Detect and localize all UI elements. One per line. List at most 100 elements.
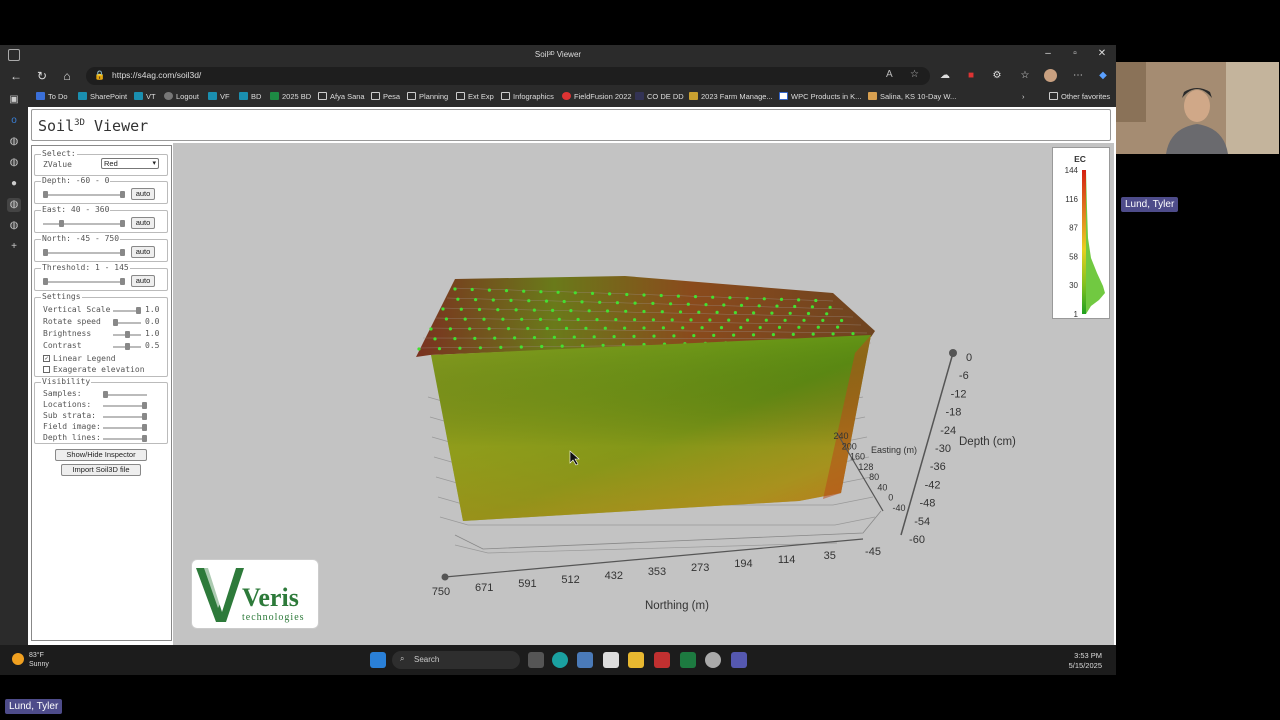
depth-slider-max-thumb[interactable] <box>120 191 125 198</box>
linear-legend-checkbox[interactable]: ✓ <box>43 355 50 362</box>
sample-point <box>590 291 595 295</box>
favorite-item[interactable]: To Do <box>36 92 68 101</box>
east-slider[interactable] <box>43 223 125 225</box>
rotate-speed-thumb[interactable] <box>113 319 118 326</box>
refresh-icon[interactable]: ↻ <box>34 68 50 84</box>
close-icon[interactable]: ✕ <box>1094 48 1110 59</box>
back-arrow-icon[interactable]: ← <box>8 68 24 84</box>
depth-slider-min-thumb[interactable] <box>43 191 48 198</box>
sample-point <box>642 293 646 297</box>
favorite-item[interactable]: 2023 Farm Manage... <box>689 92 773 101</box>
favorite-item[interactable]: VT <box>134 92 156 101</box>
import-soil3d-button[interactable]: Import Soil3D file <box>61 464 141 476</box>
file-explorer-icon[interactable] <box>628 652 644 668</box>
north-group: North: -45 - 750 auto <box>34 234 168 262</box>
favorite-folder[interactable]: Afya Sana <box>318 92 365 101</box>
show-hide-inspector-button[interactable]: Show/Hide Inspector <box>55 449 147 461</box>
task-view-icon[interactable] <box>528 652 544 668</box>
globe-icon[interactable]: ◍ <box>7 135 21 149</box>
north-slider-max-thumb[interactable] <box>120 249 125 256</box>
other-favorites[interactable]: Other favorites <box>1049 92 1110 101</box>
title-bar: Soil³ᴰ Viewer – ▫ ✕ <box>0 45 1116 65</box>
favorite-item[interactable]: WPC Products in K... <box>779 92 861 101</box>
depth-auto-button[interactable]: auto <box>131 188 155 200</box>
samples-slider[interactable] <box>103 394 147 396</box>
north-auto-button[interactable]: auto <box>131 246 155 258</box>
favorite-folder[interactable]: Infographics <box>501 92 554 101</box>
favorite-item[interactable]: FieldFusion 2022 <box>562 92 632 101</box>
collections-icon[interactable]: ▣ <box>7 93 21 107</box>
windows-start-icon[interactable] <box>370 652 386 668</box>
favorite-item[interactable]: VF <box>208 92 230 101</box>
edge-browser-icon[interactable] <box>552 652 568 668</box>
northing-tick-label: -45 <box>865 546 881 558</box>
copilot-icon[interactable]: ◆ <box>1095 68 1111 84</box>
snipping-tool-icon[interactable] <box>603 652 619 668</box>
address-bar[interactable]: 🔒 https://s4ag.com/soil3d/ A ☆ <box>86 67 930 85</box>
read-aloud-icon[interactable]: A <box>886 69 893 80</box>
favorite-item[interactable]: BD <box>239 92 261 101</box>
vertical-scale-thumb[interactable] <box>136 307 141 314</box>
taskbar-search[interactable]: ⌕ Search <box>392 651 520 669</box>
depth-lines-slider[interactable] <box>103 438 147 440</box>
east-auto-button[interactable]: auto <box>131 217 155 229</box>
favorite-item[interactable]: Logout <box>164 92 199 101</box>
outlook-icon[interactable]: o <box>7 114 21 128</box>
samples-thumb[interactable] <box>103 391 108 398</box>
favorite-folder[interactable]: Pesa <box>371 92 400 101</box>
favorite-item[interactable]: Salina, KS 10-Day W... <box>868 92 956 101</box>
east-slider-min-thumb[interactable] <box>59 220 64 227</box>
threshold-slider[interactable] <box>43 281 125 283</box>
extension-red-icon[interactable]: ■ <box>963 68 979 84</box>
depth-lines-thumb[interactable] <box>142 435 147 442</box>
home-icon[interactable]: ⌂ <box>59 68 75 84</box>
globe-icon[interactable]: ◍ <box>7 198 21 212</box>
contrast-thumb[interactable] <box>125 343 130 350</box>
locations-slider[interactable] <box>103 405 147 407</box>
favorites-icon[interactable]: ☆ <box>1017 68 1033 84</box>
chevron-right-icon[interactable]: › <box>1022 92 1025 101</box>
field-image-slider[interactable] <box>103 427 147 429</box>
minimize-icon[interactable]: – <box>1040 48 1056 59</box>
extension-cloud-icon[interactable]: ☁ <box>937 68 953 84</box>
sub-strata-slider[interactable] <box>103 416 147 418</box>
threshold-auto-button[interactable]: auto <box>131 275 155 287</box>
excel-icon[interactable] <box>680 652 696 668</box>
sub-strata-thumb[interactable] <box>142 413 147 420</box>
depth-slider[interactable] <box>43 194 125 196</box>
sample-point <box>527 299 531 303</box>
add-icon[interactable]: + <box>7 240 21 254</box>
app-icon[interactable] <box>705 652 721 668</box>
locations-thumb[interactable] <box>142 402 147 409</box>
exaggerate-elevation-checkbox[interactable] <box>43 366 50 373</box>
calculator-icon[interactable] <box>577 652 593 668</box>
teams-icon[interactable] <box>731 652 747 668</box>
threshold-slider-min-thumb[interactable] <box>43 278 48 285</box>
field-image-thumb[interactable] <box>142 424 147 431</box>
north-slider[interactable] <box>43 252 125 254</box>
maximize-icon[interactable]: ▫ <box>1067 48 1083 59</box>
zvalue-select[interactable]: Red ▾ <box>101 158 159 169</box>
more-menu-icon[interactable]: ⋯ <box>1070 68 1086 84</box>
sample-point <box>441 307 445 311</box>
brightness-thumb[interactable] <box>125 331 130 338</box>
app-icon[interactable] <box>654 652 670 668</box>
profile-avatar[interactable] <box>1044 69 1057 82</box>
favorite-item[interactable]: SharePoint <box>78 92 127 101</box>
globe-icon[interactable]: ◍ <box>7 156 21 170</box>
globe-search-icon[interactable]: ◍ <box>7 219 21 233</box>
sample-point <box>770 311 774 315</box>
threshold-slider-max-thumb[interactable] <box>120 278 125 285</box>
favorite-folder[interactable]: Planning <box>407 92 448 101</box>
favorite-folder[interactable]: Ext Exp <box>456 92 494 101</box>
circle-icon[interactable]: ● <box>7 177 21 191</box>
favorite-item[interactable]: CO DE DD <box>635 92 684 101</box>
extensions-icon[interactable]: ⚙ <box>989 68 1005 84</box>
east-slider-max-thumb[interactable] <box>120 220 125 227</box>
3d-viewer-canvas[interactable]: 750 671 591 512 432 353 273 194 114 35 -45 Northin… <box>173 143 1114 661</box>
system-clock[interactable]: 3:53 PM 5/15/2025 <box>1069 651 1102 671</box>
north-slider-min-thumb[interactable] <box>43 249 48 256</box>
favorite-item[interactable]: 2025 BD <box>270 92 311 101</box>
favorite-star-icon[interactable]: ☆ <box>910 69 919 80</box>
sample-point <box>793 304 797 309</box>
